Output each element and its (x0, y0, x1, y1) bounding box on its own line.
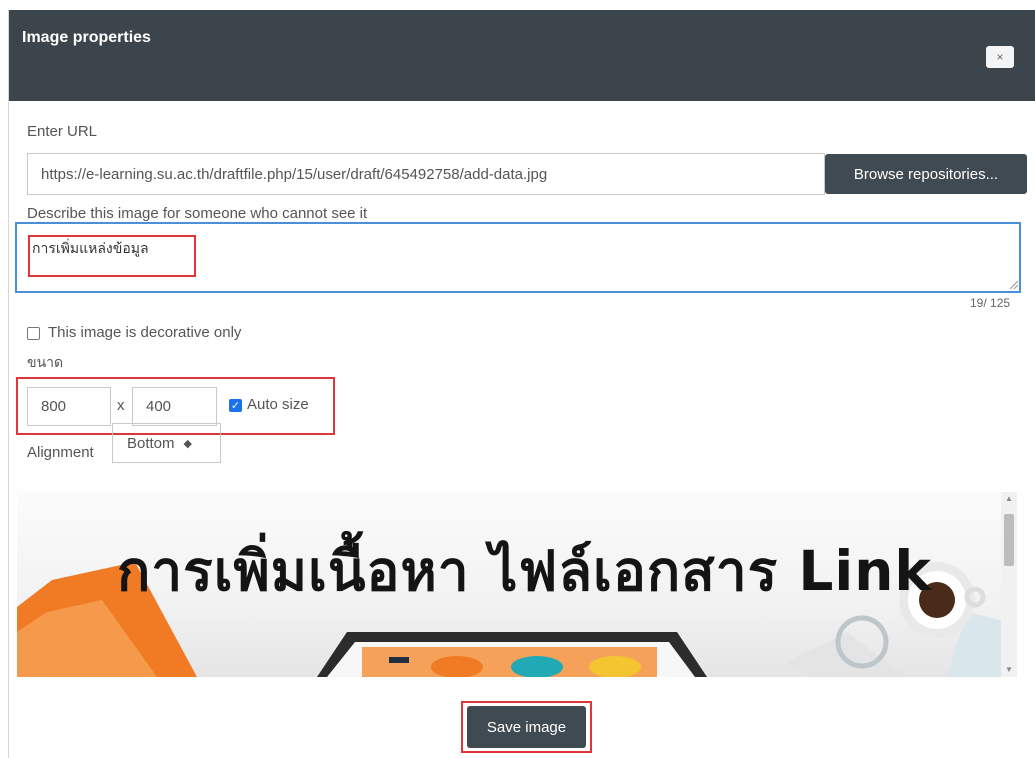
width-value: 800 (41, 398, 67, 415)
height-input[interactable]: 400 (132, 387, 217, 426)
alignment-select[interactable]: Bottom ◆ (112, 423, 221, 463)
scroll-down-icon[interactable]: ▼ (1004, 665, 1014, 674)
select-caret-icon: ◆ (183, 437, 192, 450)
dialog-header: Image properties × (9, 10, 1035, 101)
resize-grip-icon[interactable] (1008, 279, 1018, 289)
preview-banner-text: การเพิ่มเนื้อหา ไฟล์เอกสาร Link (117, 539, 932, 603)
alt-text-label: Describe this image for someone who cann… (27, 205, 368, 222)
url-label: Enter URL (27, 123, 98, 140)
width-input[interactable]: 800 (27, 387, 111, 426)
alignment-label: Alignment (27, 444, 94, 461)
size-separator: x (117, 397, 125, 414)
preview-scrollbar[interactable]: ▲ ▼ (1001, 492, 1017, 677)
auto-size-checkbox[interactable]: ✓ (229, 399, 242, 412)
url-value: https://e-learning.su.ac.th/draftfile.ph… (41, 165, 548, 183)
url-input[interactable]: https://e-learning.su.ac.th/draftfile.ph… (27, 153, 825, 195)
char-counter: 19/ 125 (970, 296, 1011, 310)
dialog-title: Image properties (22, 29, 151, 46)
scroll-up-icon[interactable]: ▲ (1004, 494, 1014, 503)
decorative-checkbox[interactable] (27, 327, 40, 340)
close-button[interactable]: × (986, 46, 1014, 68)
size-label: ขนาด (27, 354, 64, 370)
alt-text-value: การเพิ่มแหล่งข้อมูล (32, 240, 149, 256)
decorative-label: This image is decorative only (48, 324, 242, 341)
close-icon: × (996, 50, 1004, 64)
save-image-button[interactable]: Save image (467, 706, 586, 748)
scroll-thumb[interactable] (1004, 514, 1014, 566)
height-value: 400 (146, 398, 172, 415)
alignment-value: Bottom (127, 434, 175, 452)
auto-size-label: Auto size (247, 396, 309, 413)
image-preview: การเพิ่มเนื้อหา ไฟล์เอกสาร Link (17, 492, 1001, 677)
browse-repositories-button[interactable]: Browse repositories... (825, 154, 1027, 194)
